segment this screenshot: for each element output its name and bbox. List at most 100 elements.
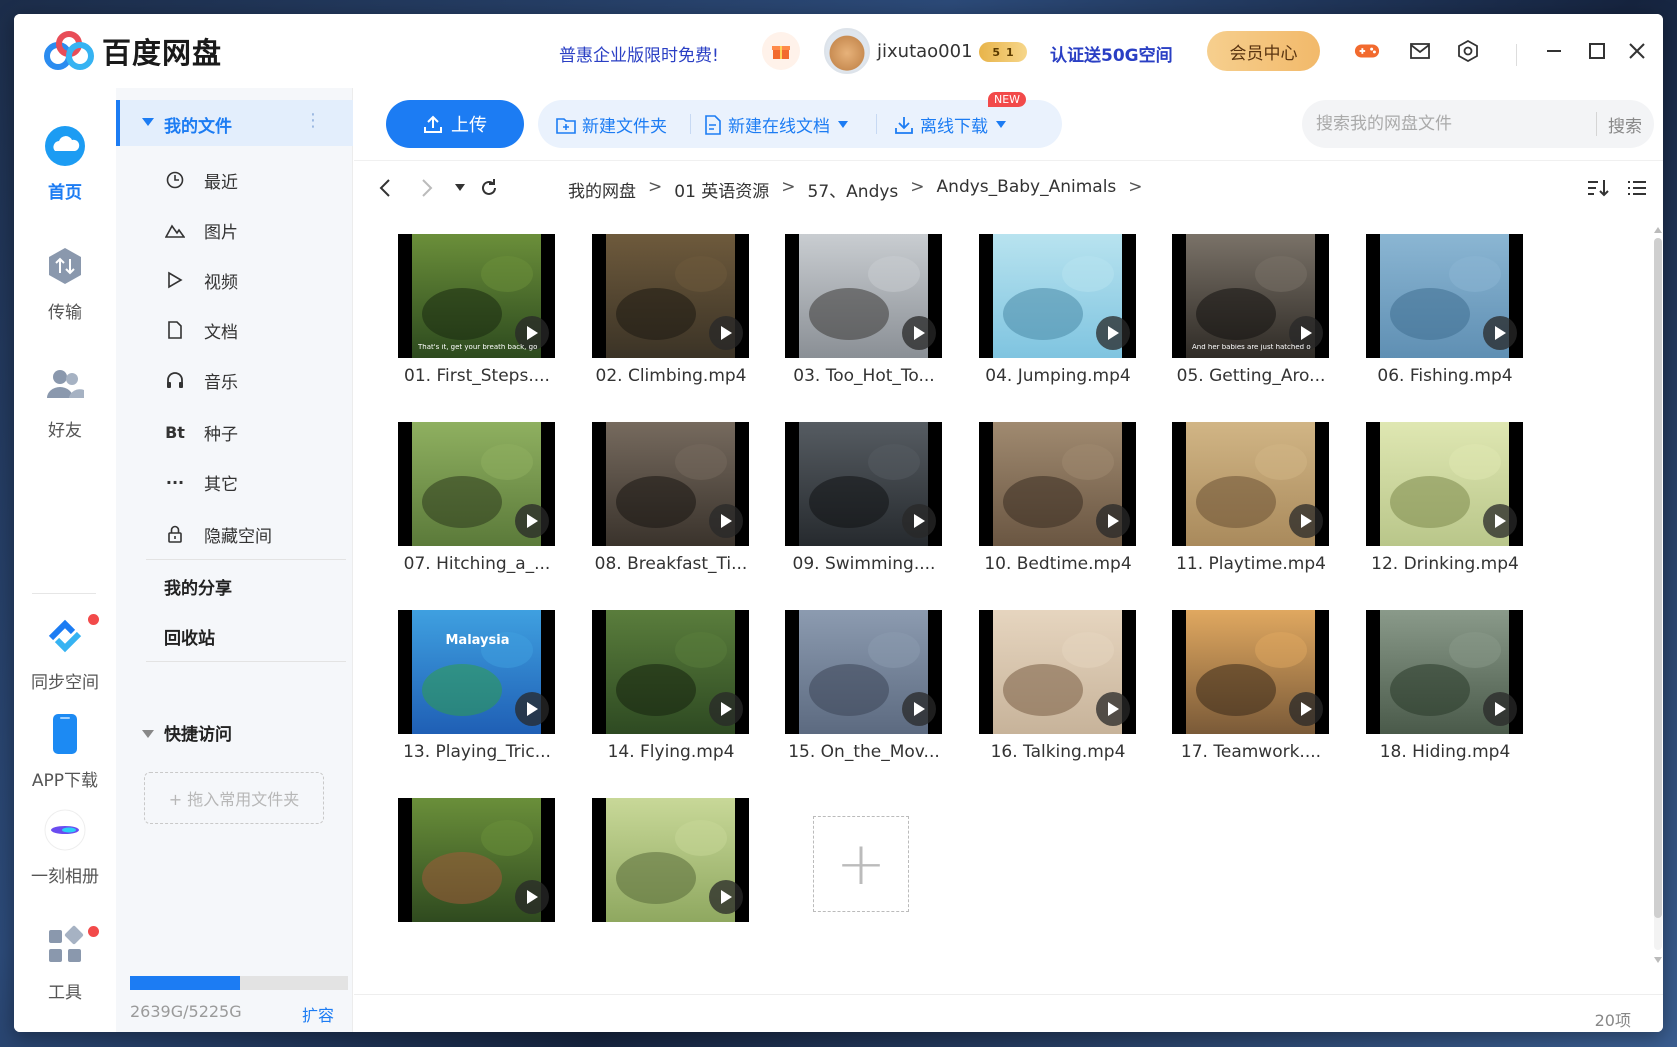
upload-file-tile[interactable]: + bbox=[813, 816, 909, 912]
refresh-icon[interactable] bbox=[478, 177, 500, 199]
sidebar-item-hidden-space[interactable]: 隐藏空间 bbox=[164, 514, 344, 554]
video-thumbnail[interactable] bbox=[1172, 422, 1329, 546]
play-icon[interactable] bbox=[1096, 504, 1130, 538]
file-tile[interactable]: That's it, get your breath back, go. 01. … bbox=[382, 228, 555, 408]
play-icon[interactable] bbox=[515, 880, 549, 914]
video-thumbnail[interactable] bbox=[592, 798, 749, 922]
breadcrumb-item[interactable]: Andys_Baby_Animals bbox=[937, 177, 1117, 202]
rail-sync[interactable]: 同步空间 bbox=[14, 614, 116, 693]
video-thumbnail[interactable]: That's it, get your breath back, go. bbox=[398, 234, 555, 358]
avatar[interactable] bbox=[824, 28, 870, 74]
file-name[interactable]: 15. On_the_Mov... bbox=[769, 742, 959, 762]
file-name[interactable]: 08. Breakfast_Ti... bbox=[576, 554, 766, 574]
play-icon[interactable] bbox=[709, 692, 743, 726]
file-name[interactable]: 10. Bedtime.mp4 bbox=[963, 554, 1153, 574]
video-thumbnail[interactable]: And her babies are just hatched out of t… bbox=[1172, 234, 1329, 358]
file-tile[interactable]: Malaysia 13. Playing_Tric... bbox=[382, 604, 555, 784]
mail-icon[interactable] bbox=[1407, 38, 1433, 64]
file-name[interactable]: 14. Flying.mp4 bbox=[576, 742, 766, 762]
scroll-down-icon[interactable] bbox=[1654, 956, 1662, 964]
file-tile[interactable]: 08. Breakfast_Ti... bbox=[576, 416, 749, 596]
file-tile[interactable]: 20. Lunchtime... bbox=[576, 792, 749, 928]
video-thumbnail[interactable] bbox=[979, 422, 1136, 546]
video-thumbnail[interactable] bbox=[979, 610, 1136, 734]
minimize-icon[interactable] bbox=[1541, 38, 1567, 64]
video-thumbnail[interactable] bbox=[592, 422, 749, 546]
play-icon[interactable] bbox=[515, 692, 549, 726]
video-thumbnail[interactable] bbox=[1366, 234, 1523, 358]
video-thumbnail[interactable] bbox=[398, 422, 555, 546]
file-tile[interactable]: 04. Jumping.mp4 bbox=[963, 228, 1136, 408]
sidebar-item-music[interactable]: 音乐 bbox=[164, 360, 344, 400]
video-thumbnail[interactable]: Malaysia bbox=[398, 610, 555, 734]
file-name[interactable]: 17. Teamwork.... bbox=[1156, 742, 1346, 762]
file-name[interactable]: 13. Playing_Tric... bbox=[382, 742, 572, 762]
sidebar-recycle-bin[interactable]: 回收站 bbox=[164, 624, 215, 649]
offline-download-button[interactable]: 离线下载 bbox=[894, 112, 1006, 137]
new-online-doc-button[interactable]: 新建在线文档 bbox=[704, 112, 848, 137]
file-tile[interactable]: 14. Flying.mp4 bbox=[576, 604, 749, 784]
sidebar-item-torrents[interactable]: Bt 种子 bbox=[164, 412, 344, 452]
collapse-caret-icon[interactable] bbox=[142, 118, 154, 126]
video-thumbnail[interactable] bbox=[1366, 610, 1523, 734]
file-tile[interactable]: 10. Bedtime.mp4 bbox=[963, 416, 1136, 596]
file-tile[interactable]: 12. Drinking.mp4 bbox=[1350, 416, 1523, 596]
play-icon[interactable] bbox=[1096, 692, 1130, 726]
file-tile[interactable]: 18. Hiding.mp4 bbox=[1350, 604, 1523, 784]
enterprise-promo-link[interactable]: 普惠企业版限时免费! bbox=[559, 41, 719, 66]
rail-home[interactable]: 首页 bbox=[14, 124, 116, 203]
rail-album[interactable]: 一刻相册 bbox=[14, 808, 116, 887]
file-name[interactable]: 09. Swimming.... bbox=[769, 554, 959, 574]
maximize-icon[interactable] bbox=[1584, 38, 1610, 64]
sidebar-item-recent[interactable]: 最近 bbox=[164, 160, 344, 200]
file-name[interactable]: 02. Climbing.mp4 bbox=[576, 366, 766, 386]
file-name[interactable]: 05. Getting_Aro... bbox=[1156, 366, 1346, 386]
sidebar-my-files[interactable]: 我的文件 ⋮ bbox=[116, 100, 353, 146]
sidebar-item-documents[interactable]: 文档 bbox=[164, 310, 344, 350]
scroll-up-icon[interactable] bbox=[1654, 226, 1662, 234]
close-icon[interactable] bbox=[1624, 38, 1650, 64]
file-tile[interactable]: 06. Fishing.mp4 bbox=[1350, 228, 1523, 408]
file-name[interactable]: 16. Talking.mp4 bbox=[963, 742, 1153, 762]
new-folder-button[interactable]: 新建文件夹 bbox=[556, 112, 667, 137]
more-vertical-icon[interactable]: ⋮ bbox=[304, 110, 322, 131]
sort-icon[interactable] bbox=[1587, 177, 1609, 199]
file-name[interactable]: 01. First_Steps.... bbox=[382, 366, 572, 386]
sidebar-item-images[interactable]: 图片 bbox=[164, 210, 344, 250]
scrollbar[interactable] bbox=[1654, 226, 1662, 966]
play-icon[interactable] bbox=[709, 316, 743, 350]
history-dropdown-icon[interactable] bbox=[449, 177, 471, 199]
play-icon[interactable] bbox=[902, 692, 936, 726]
vip-center-button[interactable]: 会员中心 bbox=[1207, 31, 1320, 71]
breadcrumb-item[interactable]: 我的网盘 bbox=[568, 177, 636, 202]
play-icon[interactable] bbox=[1096, 316, 1130, 350]
breadcrumb-item[interactable]: 01 英语资源 bbox=[674, 177, 769, 202]
rail-transfer[interactable]: 传输 bbox=[14, 244, 116, 323]
breadcrumb-item[interactable]: 57、Andys bbox=[808, 177, 899, 202]
settings-icon[interactable] bbox=[1455, 38, 1481, 64]
file-name[interactable]: 11. Playtime.mp4 bbox=[1156, 554, 1346, 574]
username[interactable]: jixutao001 bbox=[877, 41, 973, 62]
rail-app-download[interactable]: APP下载 bbox=[14, 712, 116, 791]
sidebar-item-videos[interactable]: 视频 bbox=[164, 260, 344, 300]
gift-icon[interactable] bbox=[762, 32, 800, 70]
file-tile[interactable]: 11. Playtime.mp4 bbox=[1156, 416, 1329, 596]
sidebar-my-share[interactable]: 我的分享 bbox=[164, 574, 232, 599]
play-icon[interactable] bbox=[1289, 504, 1323, 538]
play-icon[interactable] bbox=[902, 316, 936, 350]
file-tile[interactable]: 15. On_the_Mov... bbox=[769, 604, 942, 784]
upload-button[interactable]: 上传 bbox=[386, 100, 524, 148]
file-tile[interactable]: 09. Swimming.... bbox=[769, 416, 942, 596]
search-button[interactable]: 搜索 bbox=[1608, 112, 1642, 137]
play-icon[interactable] bbox=[902, 504, 936, 538]
file-tile[interactable]: 03. Too_Hot_To... bbox=[769, 228, 942, 408]
rail-tools[interactable]: 工具 bbox=[14, 924, 116, 1003]
play-icon[interactable] bbox=[1289, 692, 1323, 726]
video-thumbnail[interactable] bbox=[1366, 422, 1523, 546]
play-icon[interactable] bbox=[1483, 692, 1517, 726]
file-tile[interactable]: 16. Talking.mp4 bbox=[963, 604, 1136, 784]
back-icon[interactable] bbox=[374, 177, 396, 199]
rail-friends[interactable]: 好友 bbox=[14, 362, 116, 441]
scroll-thumb[interactable] bbox=[1654, 238, 1662, 918]
video-thumbnail[interactable] bbox=[1172, 610, 1329, 734]
